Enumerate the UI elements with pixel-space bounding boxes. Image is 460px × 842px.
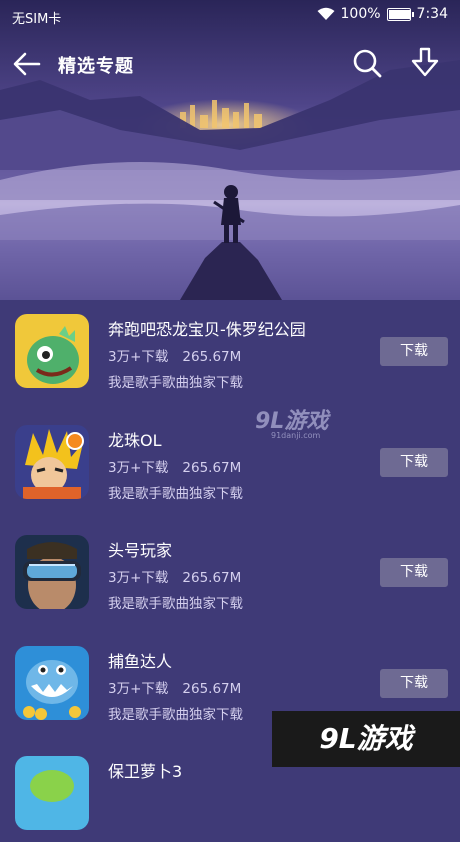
download-count: 3万+下载	[108, 349, 169, 365]
app-description: 我是歌手歌曲独家下载	[108, 707, 243, 723]
vr-headset-game-icon[interactable]	[15, 535, 89, 609]
corner-watermark: 9L游戏	[272, 711, 460, 767]
app-size: 265.67M	[182, 349, 242, 365]
app-name: 龙珠OL	[108, 431, 162, 450]
download-button[interactable]: 下载	[380, 558, 448, 587]
app-name: 奔跑吧恐龙宝贝-侏罗纪公园	[108, 320, 306, 339]
status-bar: 无SIM卡 100% 7:34	[0, 0, 460, 32]
app-size: 265.67M	[182, 460, 242, 476]
app-description: 我是歌手歌曲独家下载	[108, 375, 243, 391]
page-title: 精选专题	[58, 56, 134, 77]
carrot-game-icon[interactable]	[15, 756, 89, 830]
app-description: 我是歌手歌曲独家下载	[108, 596, 243, 612]
app-name: 头号玩家	[108, 541, 173, 560]
download-button[interactable]: 下载	[380, 337, 448, 366]
app-meta: 3万+下载 265.67M	[108, 456, 241, 476]
app-size: 265.67M	[182, 681, 242, 697]
app-size: 265.67M	[182, 570, 242, 586]
wifi-icon	[317, 7, 335, 20]
download-button[interactable]: 下载	[380, 448, 448, 477]
battery-percent: 100%	[340, 6, 381, 22]
list-item[interactable]: 头号玩家 3万+下载 265.67M 我是歌手歌曲独家下载 下载	[0, 521, 460, 621]
download-icon[interactable]	[410, 47, 440, 79]
battery-icon	[386, 7, 414, 21]
app-name: 捕鱼达人	[108, 652, 173, 671]
download-count: 3万+下载	[108, 460, 169, 476]
app-name: 保卫萝卜3	[108, 762, 183, 781]
app-bar: 精选专题	[0, 42, 460, 86]
clock: 7:34	[416, 6, 448, 22]
list-item[interactable]: 龙珠OL 3万+下载 265.67M 我是歌手歌曲独家下载 下载	[0, 411, 460, 511]
app-meta: 3万+下载 265.67M	[108, 566, 241, 586]
dragonball-game-icon[interactable]	[15, 425, 89, 499]
dinosaur-game-icon[interactable]	[15, 314, 89, 388]
download-button[interactable]: 下载	[380, 669, 448, 698]
app-description: 我是歌手歌曲独家下载	[108, 486, 243, 502]
app-meta: 3万+下载 265.67M	[108, 345, 241, 365]
download-count: 3万+下载	[108, 681, 169, 697]
back-arrow-icon[interactable]	[12, 50, 42, 78]
carrier-label: 无SIM卡	[12, 12, 62, 27]
fish-game-icon[interactable]	[15, 646, 89, 720]
app-meta: 3万+下载 265.67M	[108, 677, 241, 697]
watermark-url: 91danji.com	[271, 431, 321, 440]
list-item[interactable]: 奔跑吧恐龙宝贝-侏罗纪公园 3万+下载 265.67M 我是歌手歌曲独家下载 下载	[0, 300, 460, 400]
search-icon[interactable]	[352, 48, 382, 78]
download-count: 3万+下载	[108, 570, 169, 586]
watermark-logo: 9L游戏 91danji.com	[255, 403, 328, 440]
